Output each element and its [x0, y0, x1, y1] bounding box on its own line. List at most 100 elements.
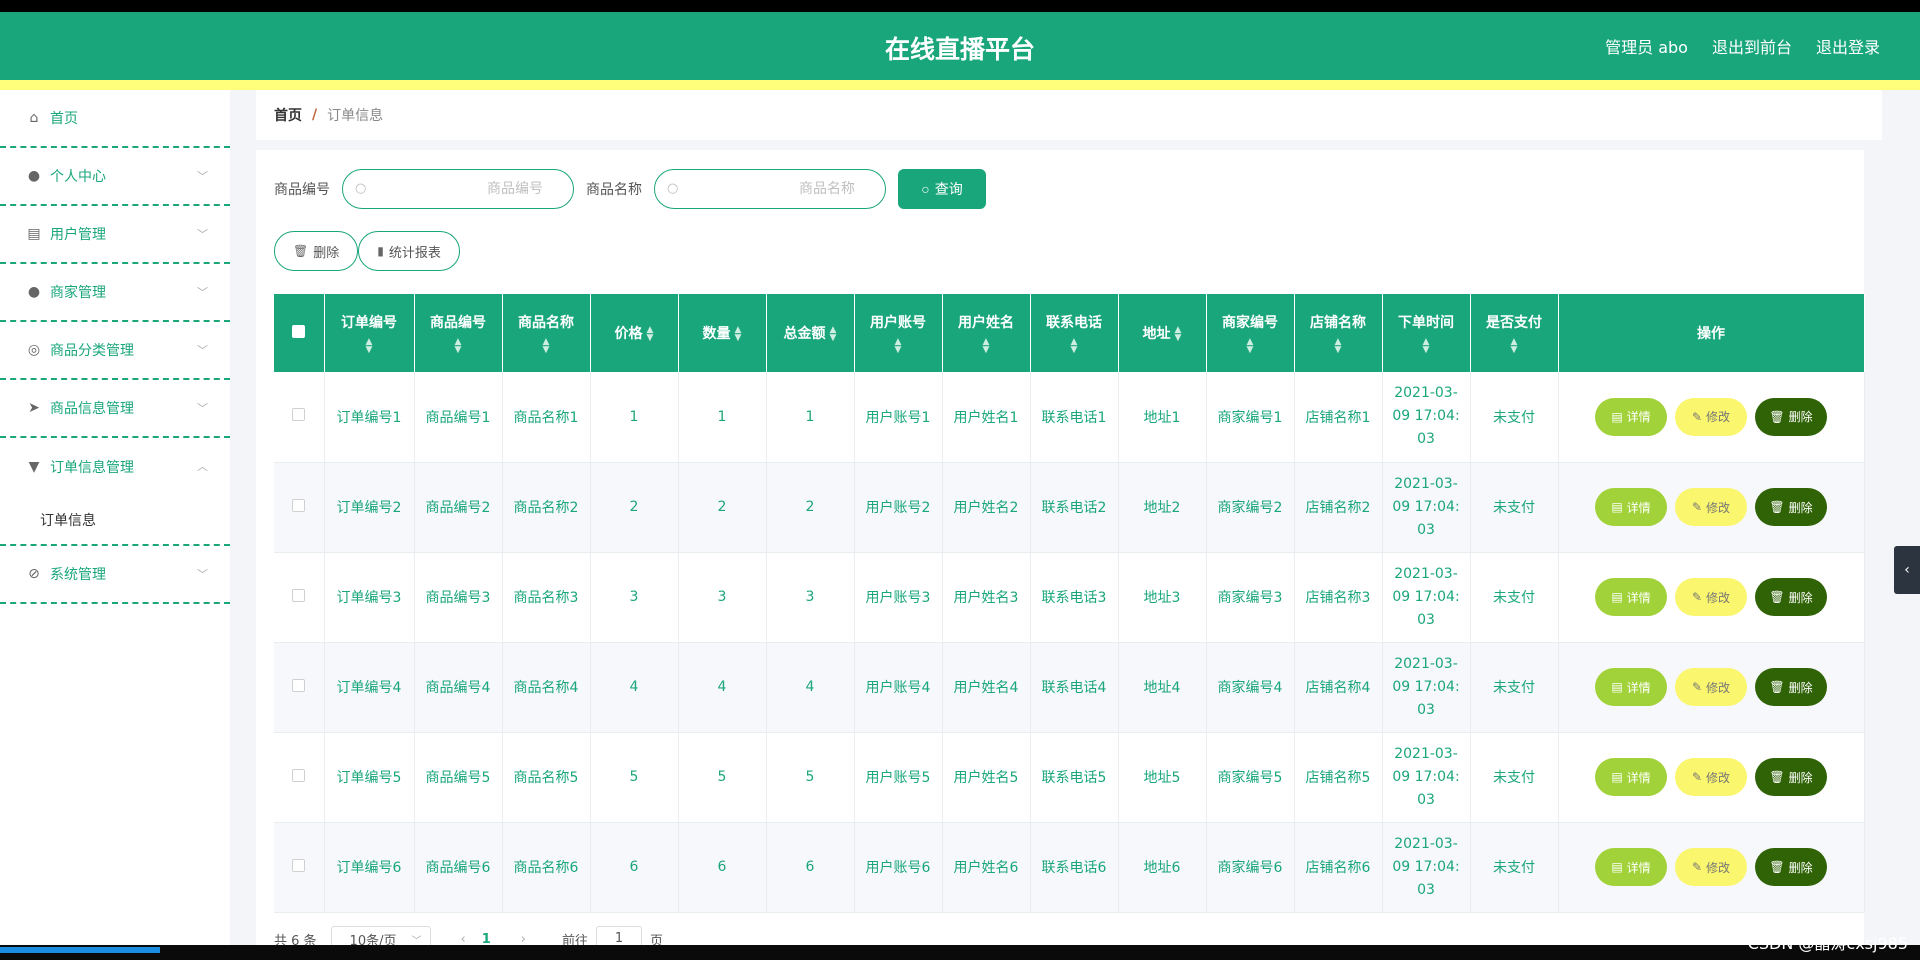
exit-to-front-link[interactable]: 退出到前台 — [1712, 34, 1792, 58]
column-header[interactable]: 用户账号 ▲ ▼ — [854, 294, 943, 372]
sort-icon[interactable]: ▲ ▼ — [830, 326, 837, 343]
detail-button[interactable]: ▤ 详情 — [1595, 758, 1667, 796]
sidebar-item-user-management[interactable]: ▤ 用户管理 ﹀ — [0, 206, 230, 264]
column-header[interactable]: 用户姓名 ▲ ▼ — [942, 294, 1031, 372]
sort-icon[interactable]: ▲ ▼ — [1471, 338, 1558, 355]
sort-icon[interactable]: ▲ ▼ — [855, 338, 942, 355]
table-cell: 用户账号5 — [854, 732, 943, 823]
sort-icon[interactable]: ▲ ▼ — [943, 338, 1030, 355]
sort-icon[interactable]: ▲ ▼ — [415, 338, 502, 355]
row-checkbox[interactable] — [292, 858, 306, 872]
table-cell: 商家编号3 — [1206, 552, 1295, 643]
delete-button[interactable]: 🗑 删除 — [1755, 848, 1827, 886]
delete-button[interactable]: 🗑 删除 — [1755, 397, 1827, 436]
edit-button[interactable]: ✎ 修改 — [1675, 758, 1747, 796]
sidebar-subitem-order-info[interactable]: 订单信息 — [0, 496, 230, 546]
row-checkbox[interactable] — [292, 498, 306, 512]
chevron-down-icon: ﹀ — [197, 228, 208, 241]
pencil-icon: ✎ — [1691, 409, 1703, 424]
delete-button[interactable]: 🗑 删除 — [1755, 488, 1827, 526]
detail-button[interactable]: ▤ 详情 — [1595, 668, 1667, 706]
statistics-report-button[interactable]: ▮ 统计报表 — [358, 231, 460, 271]
table-cell: 联系电话1 — [1030, 372, 1119, 463]
product-name-input[interactable] — [691, 178, 875, 200]
goto-page-input[interactable]: 1 — [596, 926, 643, 945]
sidebar-item-order-management[interactable]: ▼ 订单信息管理 ︿ — [0, 438, 230, 496]
column-header[interactable]: 店铺名称 ▲ ▼ — [1294, 294, 1383, 372]
logout-link[interactable]: 退出登录 — [1816, 34, 1880, 58]
sidebar-item-home[interactable]: ⌂ 首页 — [0, 90, 230, 148]
table-cell: 用户账号1 — [854, 372, 943, 463]
table-cell: 商品名称3 — [502, 552, 591, 643]
edit-button[interactable]: ✎ 修改 — [1675, 488, 1747, 526]
query-button[interactable]: ○ 查询 — [898, 169, 986, 209]
collapse-panel-tab[interactable]: ‹ — [1894, 546, 1920, 594]
column-header[interactable]: 商品名称 ▲ ▼ — [502, 294, 591, 372]
sort-icon[interactable]: ▲ ▼ — [1175, 326, 1182, 343]
breadcrumb-home[interactable]: 首页 — [274, 105, 302, 125]
sort-icon[interactable]: ▲ ▼ — [503, 338, 590, 355]
column-header[interactable]: 价格 ▲ ▼ — [590, 294, 679, 372]
edit-button[interactable]: ✎ 修改 — [1675, 668, 1747, 706]
column-header[interactable]: 商家编号 ▲ ▼ — [1206, 294, 1295, 372]
sort-icon[interactable]: ▲ ▼ — [1031, 338, 1118, 355]
table-cell: 5 — [766, 732, 855, 823]
row-select-cell[interactable] — [274, 642, 325, 733]
table-cell: 5 — [678, 732, 767, 823]
sort-icon[interactable]: ▲ ▼ — [1383, 338, 1470, 355]
row-checkbox[interactable] — [292, 588, 306, 602]
detail-button[interactable]: ▤ 详情 — [1595, 397, 1667, 436]
row-select-cell[interactable] — [274, 372, 325, 463]
sidebar-item-personal-center[interactable]: ● 个人中心 ﹀ — [0, 148, 230, 206]
sidebar-item-label: 商品分类管理 — [50, 343, 134, 359]
detail-button[interactable]: ▤ 详情 — [1595, 578, 1667, 616]
edit-button[interactable]: ✎ 修改 — [1675, 848, 1747, 886]
detail-button[interactable]: ▤ 详情 — [1595, 488, 1667, 526]
column-header[interactable]: 商品编号 ▲ ▼ — [414, 294, 503, 372]
sidebar-item-product-management[interactable]: ➤ 商品信息管理 ﹀ — [0, 380, 230, 438]
delete-button[interactable]: 🗑 删除 — [1755, 668, 1827, 706]
delete-button[interactable]: 🗑 删除 — [1755, 578, 1827, 616]
table-cell: 用户账号6 — [854, 822, 943, 913]
column-header[interactable]: 订单编号 ▲ ▼ — [324, 294, 415, 372]
sidebar-item-category-management[interactable]: ◎ 商品分类管理 ﹀ — [0, 322, 230, 380]
row-select-cell[interactable] — [274, 732, 325, 823]
orders-table: 订单编号 ▲ ▼ 商品编号 ▲ ▼ 商品名称 ▲ ▼ 价格 ▲ ▼ 数量 ▲ ▼ 总金额 ▲ ▼ 用户账… — [274, 294, 1865, 913]
edit-button[interactable]: ✎ 修改 — [1675, 578, 1747, 616]
row-checkbox[interactable] — [292, 768, 306, 782]
select-all-checkbox[interactable] — [292, 324, 306, 338]
select-all-header[interactable] — [274, 294, 325, 372]
edit-button[interactable]: ✎ 修改 — [1675, 397, 1747, 436]
row-select-cell[interactable] — [274, 822, 325, 913]
sort-icon[interactable]: ▲ ▼ — [1295, 338, 1382, 355]
delete-button[interactable]: 🗑 删除 — [1755, 758, 1827, 796]
sort-icon[interactable]: ▲ ▼ — [647, 326, 654, 343]
column-header[interactable]: 地址 ▲ ▼ — [1118, 294, 1207, 372]
prev-page-icon[interactable]: ‹ — [461, 932, 466, 946]
next-page-icon[interactable]: › — [521, 932, 526, 946]
detail-button[interactable]: ▤ 详情 — [1595, 848, 1667, 886]
column-header[interactable]: 下单时间 ▲ ▼ — [1382, 294, 1471, 372]
batch-delete-button[interactable]: 🗑 删除 — [274, 231, 359, 271]
row-checkbox[interactable] — [292, 408, 306, 422]
product-no-input[interactable] — [379, 178, 563, 200]
column-header-operations: 操作 — [1558, 294, 1865, 372]
chevron-down-icon: ﹀ — [197, 344, 208, 357]
row-checkbox[interactable] — [292, 678, 306, 692]
sidebar-item-merchant-management[interactable]: ● 商家管理 ﹀ — [0, 264, 230, 322]
column-header[interactable]: 总金额 ▲ ▼ — [766, 294, 855, 372]
current-page[interactable]: 1 — [482, 932, 491, 946]
column-header[interactable]: 是否支付 ▲ ▼ — [1470, 294, 1559, 372]
row-select-cell[interactable] — [274, 552, 325, 643]
row-select-cell[interactable] — [274, 462, 325, 553]
table-row: 订单编号3 商品编号3 商品名称3 3 3 3 用户账号3 用户姓名3 联系电话3 地址3 商家编号… — [274, 552, 1865, 643]
column-header[interactable]: 数量 ▲ ▼ — [678, 294, 767, 372]
sort-icon[interactable]: ▲ ▼ — [325, 338, 414, 355]
column-header[interactable]: 联系电话 ▲ ▼ — [1030, 294, 1119, 372]
sort-icon[interactable]: ▲ ▼ — [735, 326, 742, 343]
table-cell: 订单编号3 — [324, 552, 415, 643]
page-size-select[interactable]: 10条/页 ﹀ — [330, 926, 431, 945]
sidebar-item-system-management[interactable]: ⊘ 系统管理 ﹀ — [0, 546, 230, 604]
sidebar-item-label: 商家管理 — [50, 285, 106, 301]
sort-icon[interactable]: ▲ ▼ — [1207, 338, 1294, 355]
